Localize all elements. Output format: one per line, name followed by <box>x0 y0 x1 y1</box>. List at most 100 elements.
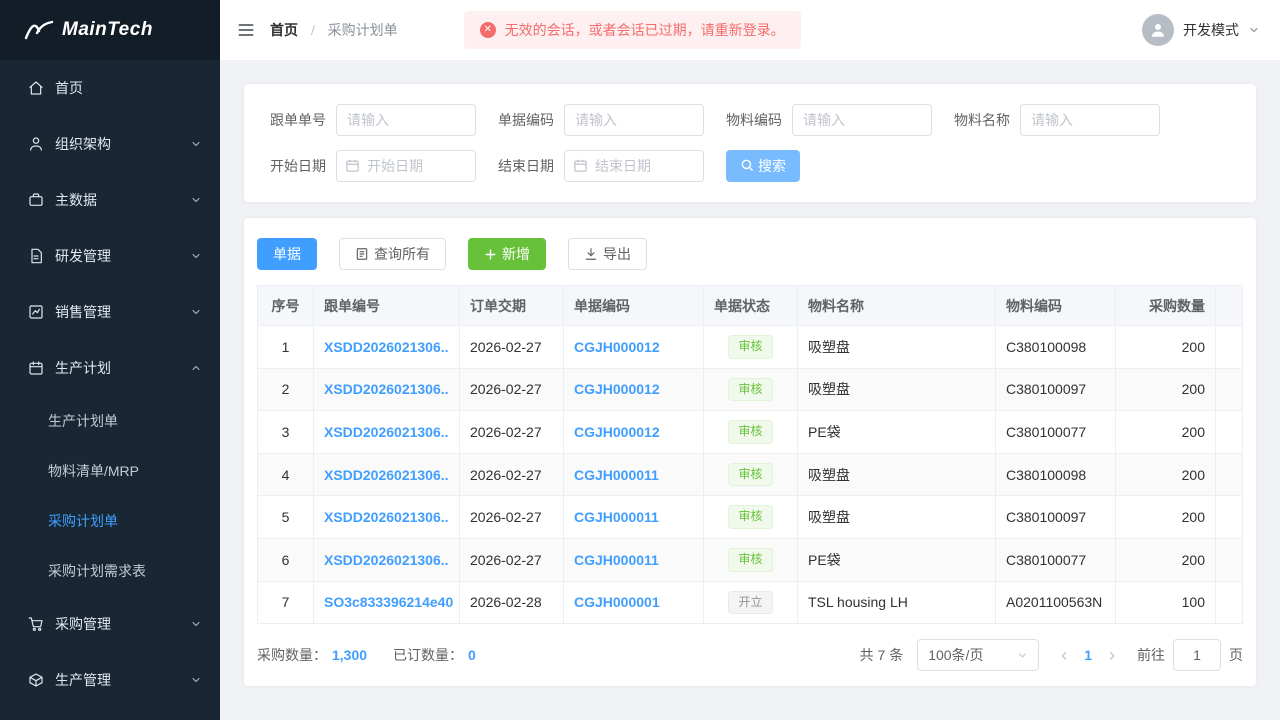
sidebar-subitem[interactable]: 生产计划单 <box>0 396 220 446</box>
cell-material-name: 吸塑盘 <box>798 368 996 411</box>
cell-doc-no: CGJH000011 <box>564 453 704 496</box>
cell-index: 4 <box>258 453 314 496</box>
doc-code-input[interactable] <box>564 104 704 136</box>
sidebar-item-sales[interactable]: 销售管理 <box>0 284 220 340</box>
topbar: 首页 / 采购计划单 ✕ 无效的会话，或者会话已过期，请重新登录。 开发模式 <box>220 0 1280 60</box>
page-size-select[interactable]: 100条/页 <box>917 639 1039 671</box>
query-all-button-label: 查询所有 <box>374 244 430 264</box>
sidebar-item-rd[interactable]: 研发管理 <box>0 228 220 284</box>
end-date-input[interactable] <box>564 150 704 182</box>
cell-material-name: TSL housing LH <box>798 581 996 624</box>
brand-mark-icon <box>24 19 54 41</box>
hamburger-menu-icon[interactable] <box>236 20 256 40</box>
user-menu[interactable]: 开发模式 <box>1142 14 1260 46</box>
sidebar-item-label: 研发管理 <box>55 246 190 266</box>
cell-material-name: PE袋 <box>798 411 996 454</box>
order-no-link[interactable]: XSDD2026021306.. <box>324 339 449 355</box>
table-row: 3XSDD2026021306..2026-02-27CGJH000012审核P… <box>258 411 1243 454</box>
cell-material-name: 吸塑盘 <box>798 453 996 496</box>
sidebar-item-org[interactable]: 组织架构 <box>0 116 220 172</box>
goto-label: 前往 <box>1137 645 1165 665</box>
alert-text: 无效的会话，或者会话已过期，请重新登录。 <box>505 20 785 40</box>
cell-material-code: C380100097 <box>996 368 1116 411</box>
cell-extra <box>1216 411 1243 454</box>
sidebar-subitem[interactable]: 物料清单/MRP <box>0 446 220 496</box>
cell-index: 5 <box>258 496 314 539</box>
cell-material-code: C380100097 <box>996 496 1116 539</box>
cell-extra <box>1216 368 1243 411</box>
order-no-link[interactable]: SO3c833396214e40 <box>324 594 453 610</box>
table-panel: 单据 查询所有 新增 <box>244 218 1256 686</box>
doc-no-link[interactable]: CGJH000001 <box>574 594 660 610</box>
filter-row-2: 开始日期 结束日期 <box>258 150 1242 182</box>
cell-status: 审核 <box>704 411 798 454</box>
doc-no-link[interactable]: CGJH000012 <box>574 424 660 440</box>
purchase-qty-value: 1,300 <box>332 647 367 663</box>
material-name-input[interactable] <box>1020 104 1160 136</box>
column-header-extra <box>1216 286 1243 326</box>
chevron-up-icon <box>190 362 202 374</box>
sidebar-item-label: 组织架构 <box>55 134 190 154</box>
status-badge: 审核 <box>728 335 772 359</box>
status-badge: 审核 <box>728 548 772 572</box>
cell-status: 审核 <box>704 368 798 411</box>
column-header: 单据编码 <box>564 286 704 326</box>
cell-delivery-date: 2026-02-28 <box>460 581 564 624</box>
order-no-link[interactable]: XSDD2026021306.. <box>324 509 449 525</box>
cell-order-no: XSDD2026021306.. <box>314 538 460 581</box>
status-badge: 审核 <box>728 378 772 402</box>
sidebar-item-purchase[interactable]: 采购管理 <box>0 596 220 652</box>
cell-doc-no: CGJH000011 <box>564 496 704 539</box>
material-code-input[interactable] <box>792 104 932 136</box>
main-area: 首页 / 采购计划单 ✕ 无效的会话，或者会话已过期，请重新登录。 开发模式 <box>220 0 1280 720</box>
order-no-link[interactable]: XSDD2026021306.. <box>324 552 449 568</box>
export-button[interactable]: 导出 <box>568 238 647 270</box>
breadcrumb-home[interactable]: 首页 <box>270 22 298 38</box>
cell-index: 6 <box>258 538 314 581</box>
sidebar-item-master-data[interactable]: 主数据 <box>0 172 220 228</box>
sidebar-item-label: 主数据 <box>55 190 190 210</box>
sidebar-item-home[interactable]: 首页 <box>0 60 220 116</box>
cell-status: 审核 <box>704 326 798 369</box>
add-button[interactable]: 新增 <box>468 238 546 270</box>
order-no-input[interactable] <box>336 104 476 136</box>
sidebar-subitem[interactable]: 采购计划需求表 <box>0 546 220 596</box>
doc-no-link[interactable]: CGJH000011 <box>574 552 659 568</box>
cell-status: 审核 <box>704 453 798 496</box>
doc-no-link[interactable]: CGJH000011 <box>574 467 659 483</box>
order-no-link[interactable]: XSDD2026021306.. <box>324 381 449 397</box>
order-no-link[interactable]: XSDD2026021306.. <box>324 424 449 440</box>
sidebar-item-production-plan[interactable]: 生产计划 <box>0 340 220 396</box>
cell-extra <box>1216 453 1243 496</box>
cell-material-name: PE袋 <box>798 538 996 581</box>
current-page[interactable]: 1 <box>1075 647 1101 663</box>
document-button[interactable]: 单据 <box>257 238 317 270</box>
table-row: 1XSDD2026021306..2026-02-27CGJH000012审核吸… <box>258 326 1243 369</box>
cell-qty: 200 <box>1116 411 1216 454</box>
chevron-down-icon <box>190 618 202 630</box>
doc-no-link[interactable]: CGJH000012 <box>574 381 660 397</box>
doc-no-link[interactable]: CGJH000011 <box>574 509 659 525</box>
cell-delivery-date: 2026-02-27 <box>460 326 564 369</box>
chevron-down-icon <box>1017 650 1028 661</box>
cell-material-code: C380100098 <box>996 326 1116 369</box>
sidebar-item-label: 首页 <box>55 78 202 98</box>
start-date-label: 开始日期 <box>258 156 326 176</box>
search-button[interactable]: 搜索 <box>726 150 800 182</box>
purchase-qty-label: 采购数量： <box>257 645 327 665</box>
start-date-input[interactable] <box>336 150 476 182</box>
chevron-down-icon <box>190 306 202 318</box>
query-all-button[interactable]: 查询所有 <box>339 238 446 270</box>
table-row: 4XSDD2026021306..2026-02-27CGJH000011审核吸… <box>258 453 1243 496</box>
next-page-button[interactable]: › <box>1101 645 1123 666</box>
goto-page-input[interactable] <box>1173 639 1221 671</box>
sidebar-subitem[interactable]: 采购计划单 <box>0 496 220 546</box>
breadcrumb-separator: / <box>311 22 315 38</box>
cell-delivery-date: 2026-02-27 <box>460 496 564 539</box>
doc-no-link[interactable]: CGJH000012 <box>574 339 660 355</box>
breadcrumb-current: 采购计划单 <box>328 22 398 38</box>
order-no-link[interactable]: XSDD2026021306.. <box>324 467 449 483</box>
sidebar-item-production[interactable]: 生产管理 <box>0 652 220 708</box>
logo-text: MainTech <box>62 19 153 41</box>
prev-page-button[interactable]: ‹ <box>1053 645 1075 666</box>
